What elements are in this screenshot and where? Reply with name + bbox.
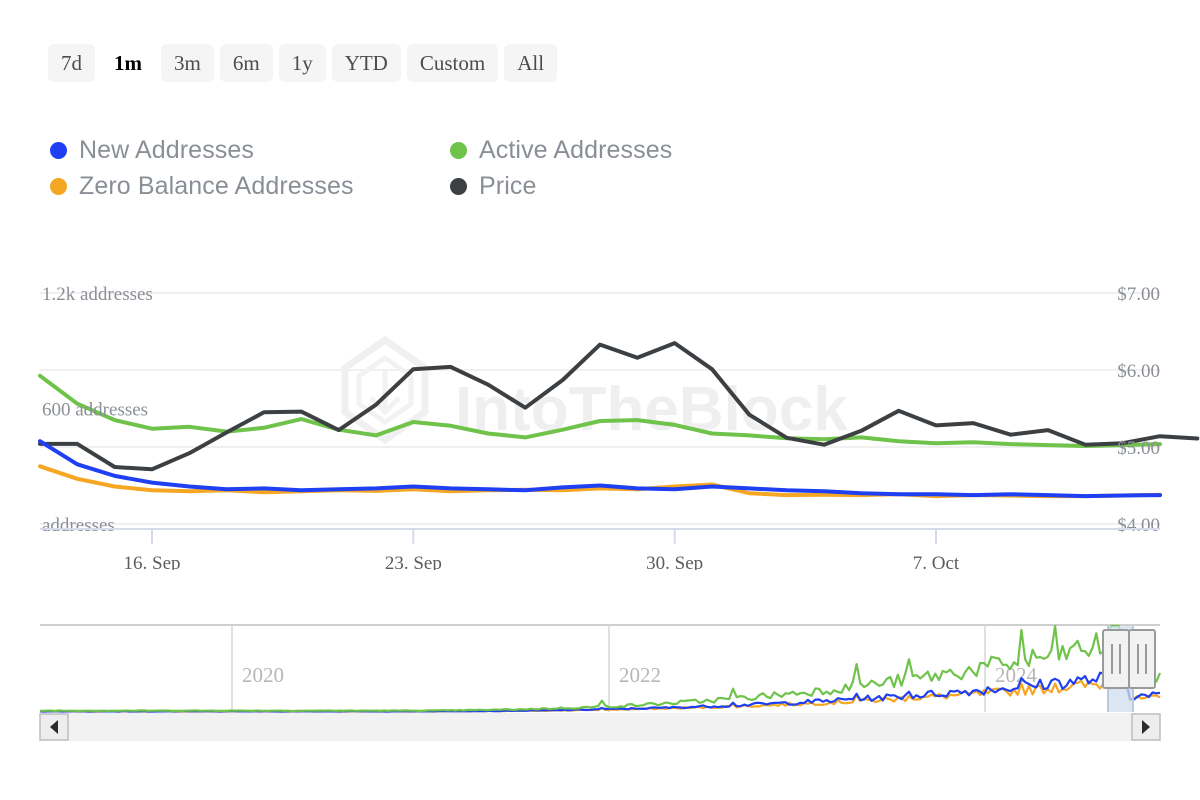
legend-dot-new-addresses — [50, 141, 67, 159]
chart-navigator[interactable]: 2020 2022 2024 — [0, 600, 1200, 760]
range-selector: 7d 1m 3m 6m 1y YTD Custom All — [48, 44, 558, 83]
legend-item-zero-balance-addresses[interactable]: Zero Balance Addresses — [50, 172, 450, 201]
legend-item-new-addresses[interactable]: New Addresses — [50, 136, 450, 165]
legend-item-price[interactable]: Price — [450, 172, 536, 201]
chart-legend: New Addresses Active Addresses Zero Bala… — [50, 132, 790, 204]
x-axis-tick-label: 30. Sep — [646, 553, 703, 570]
y-axis-right-label: $4.00 — [1117, 515, 1160, 536]
navigator-series — [39, 624, 1162, 713]
y-axis-right-label: $7.00 — [1117, 284, 1160, 305]
navigator-year-labels: 2020 2022 2024 — [242, 663, 1038, 687]
navigator-scroll-right-button[interactable] — [1131, 713, 1161, 741]
legend-dot-active-addresses — [450, 141, 467, 159]
legend-dot-price — [450, 177, 467, 195]
legend-label-new-addresses: New Addresses — [79, 135, 254, 164]
y-axis-right-labels: $4.00 $5.00 $6.00 $7.00 — [1117, 284, 1160, 536]
x-axis-tick-label: 16. Sep — [124, 553, 181, 570]
y-axis-left-labels: addresses 600 addresses 1.2k addresses — [42, 284, 153, 536]
legend-row-2: Zero Balance Addresses Price — [50, 168, 790, 204]
legend-label-active-addresses: Active Addresses — [479, 135, 673, 164]
range-button-3m[interactable]: 3m — [161, 44, 214, 83]
range-button-6m[interactable]: 6m — [219, 44, 273, 83]
y-axis-right-label: $6.00 — [1117, 361, 1160, 382]
y-axis-left-label: 600 addresses — [42, 400, 148, 421]
main-chart[interactable]: IntoTheBlock addresses 600 addresses 1.2k … — [0, 270, 1200, 570]
x-axis-tick-label: 7. Oct — [913, 553, 960, 570]
chart-page: 7d 1m 3m 6m 1y YTD Custom All New Addresses Act… — [0, 0, 1200, 800]
main-chart-svg[interactable]: IntoTheBlock addresses 600 addresses 1.2k … — [0, 270, 1200, 570]
navigator-handle-right[interactable] — [1128, 629, 1156, 689]
range-button-custom[interactable]: Custom — [406, 44, 499, 83]
navigator-series-line-active-addresses — [40, 624, 1162, 713]
watermark-text: IntoTheBlock — [455, 375, 848, 444]
range-button-1y[interactable]: 1y — [278, 44, 326, 83]
navigator-scroll-left-button[interactable] — [39, 713, 69, 741]
legend-label-zero-balance-addresses: Zero Balance Addresses — [79, 171, 354, 200]
y-axis-left-label: 1.2k addresses — [42, 284, 153, 305]
range-button-ytd[interactable]: YTD — [331, 44, 401, 83]
navigator-year-label: 2020 — [242, 663, 284, 687]
series-line-zero-balance-addresses — [38, 464, 1162, 499]
legend-row-1: New Addresses Active Addresses — [50, 132, 790, 168]
navigator-year-label: 2022 — [619, 663, 661, 687]
navigator-scrollbar-thumb[interactable] — [68, 714, 1135, 740]
x-axis-tick-label: 23. Sep — [385, 553, 442, 570]
navigator-svg[interactable]: 2020 2022 2024 — [0, 600, 1200, 760]
navigator-year-label: 2024 — [995, 663, 1038, 687]
navigator-handle-left[interactable] — [1102, 629, 1130, 689]
legend-label-price: Price — [479, 171, 537, 200]
chart-series — [38, 341, 1200, 499]
legend-item-active-addresses[interactable]: Active Addresses — [450, 136, 672, 165]
legend-dot-zero-balance-addresses — [50, 177, 67, 195]
x-axis-ticks: 16. Sep 23. Sep 30. Sep 7. Oct — [124, 529, 960, 570]
range-button-1m[interactable]: 1m — [101, 44, 155, 83]
range-button-all[interactable]: All — [504, 44, 558, 83]
y-axis-left-label: addresses — [42, 515, 115, 536]
y-axis-right-label: $5.00 — [1117, 438, 1160, 459]
range-button-7d[interactable]: 7d — [48, 44, 95, 83]
